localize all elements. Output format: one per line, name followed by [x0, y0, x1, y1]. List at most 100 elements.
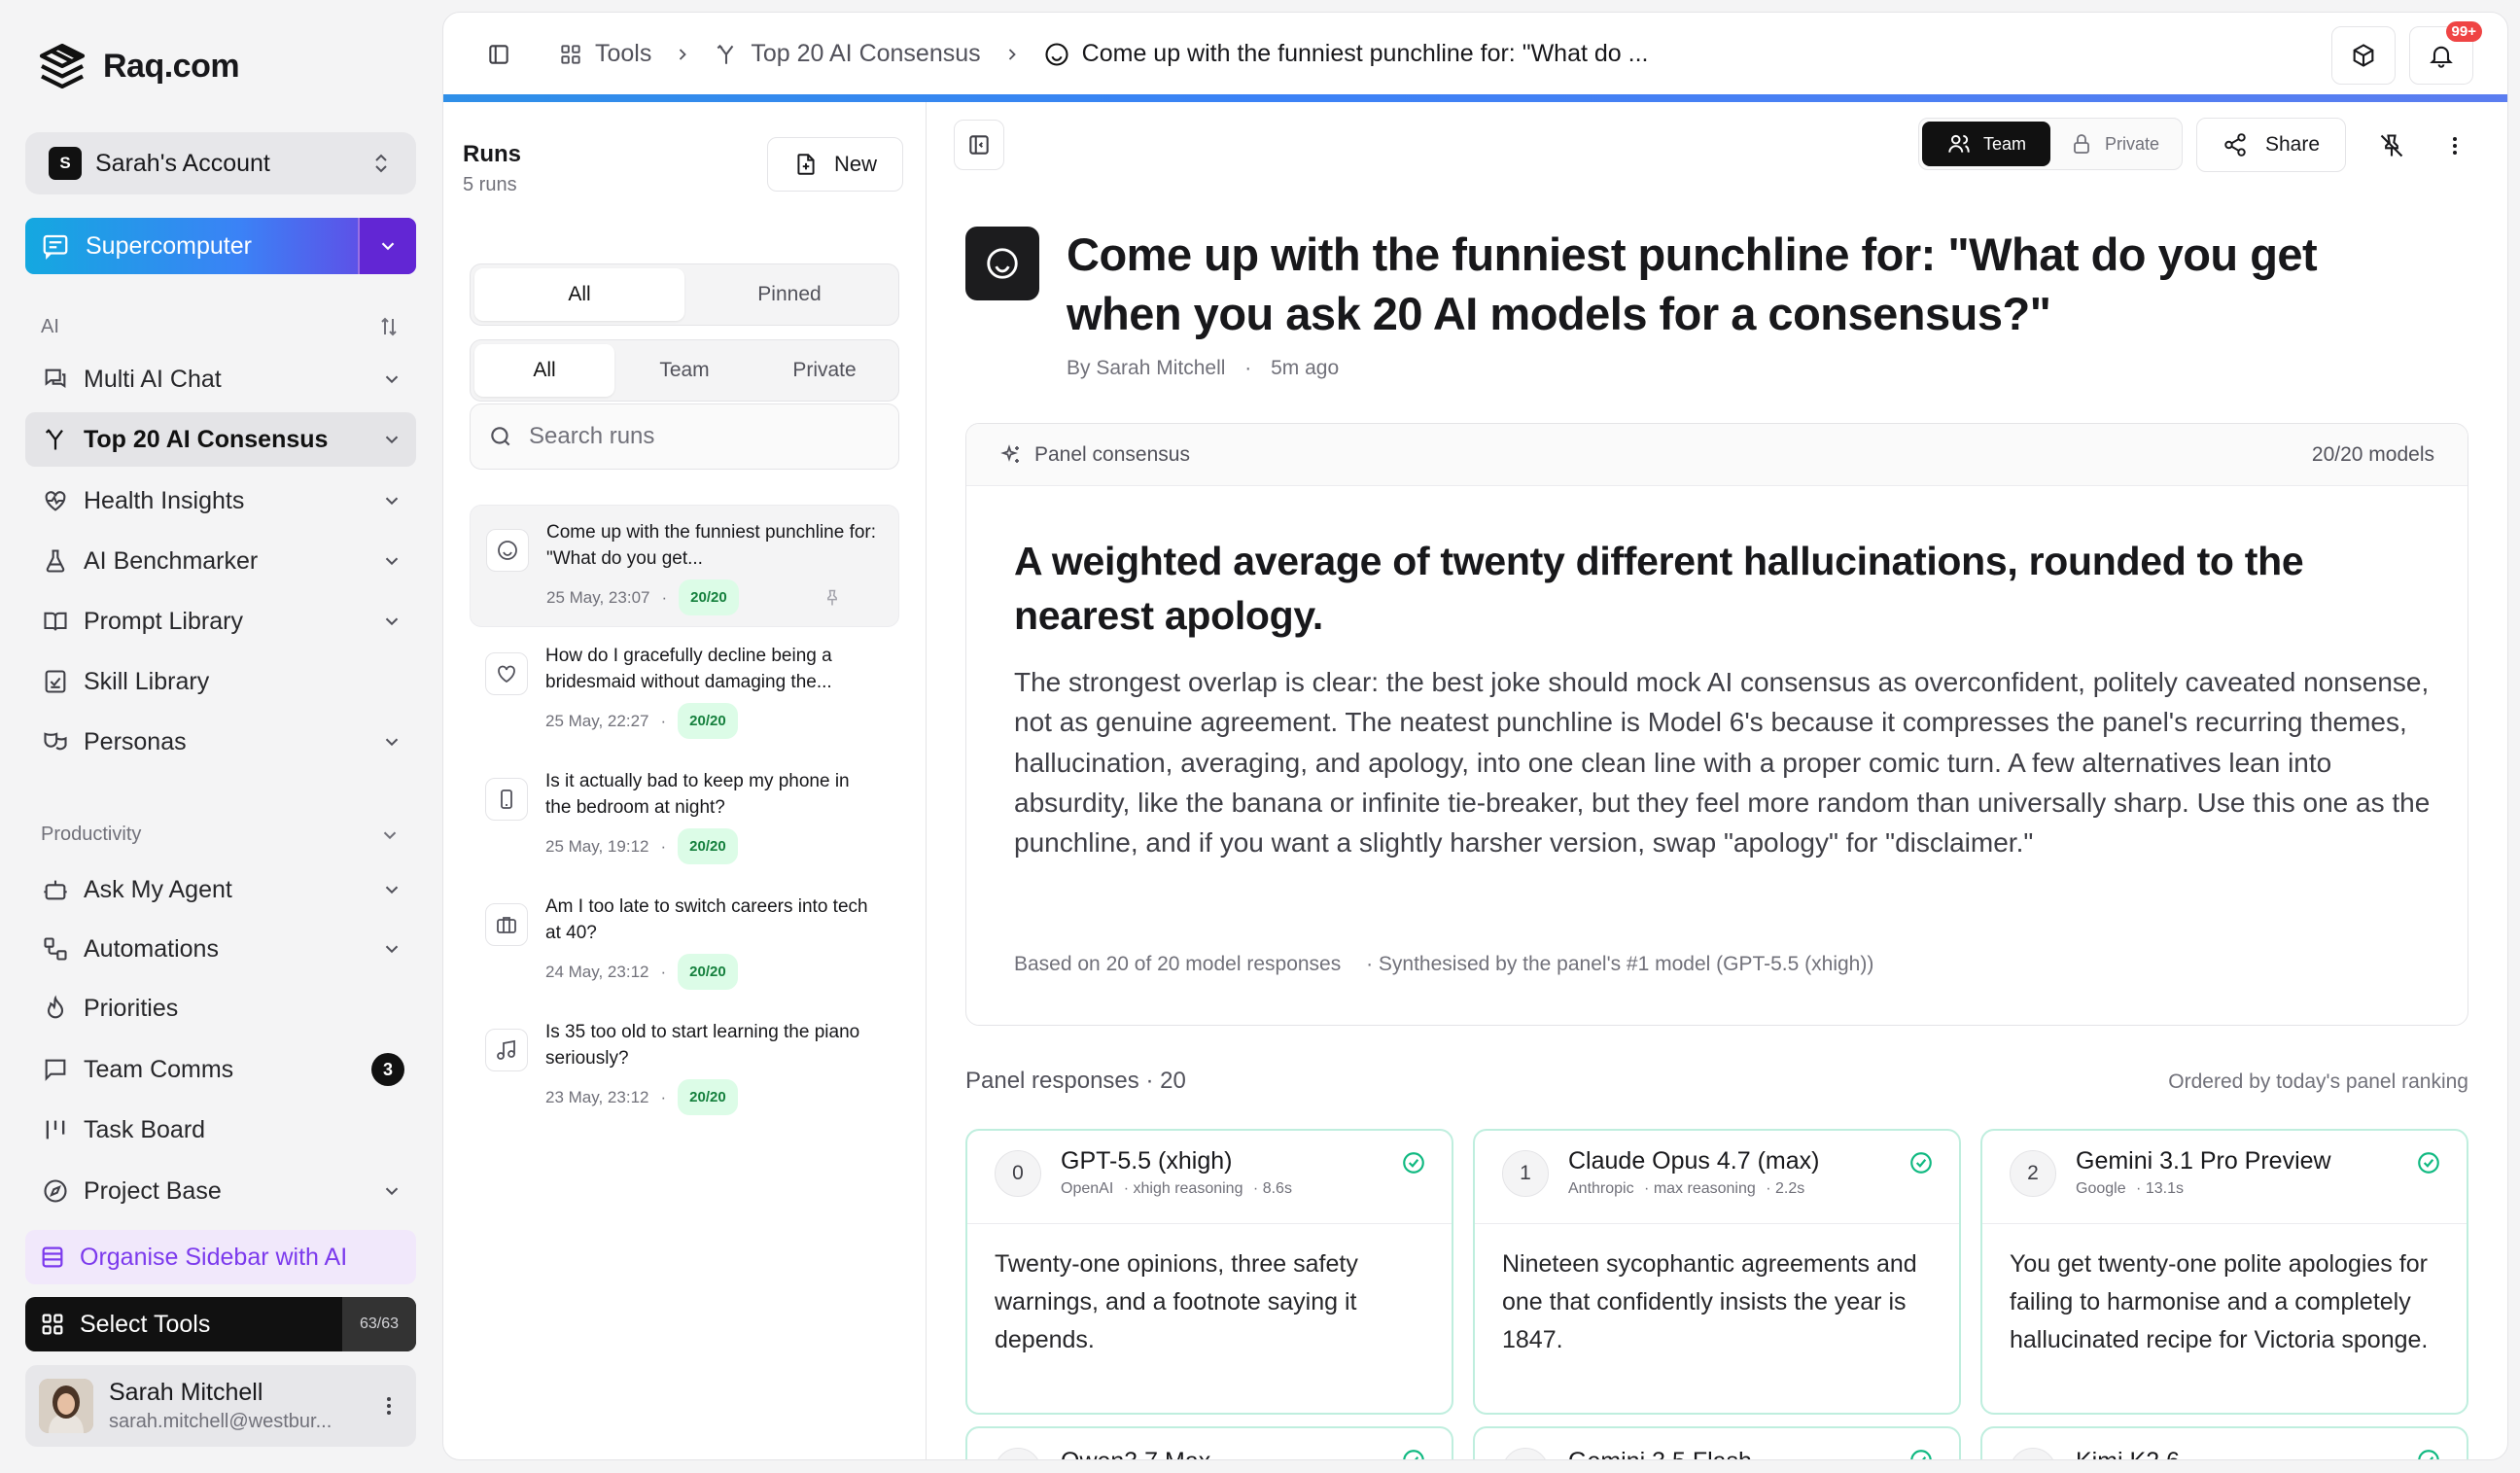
- chevron-down-icon: [381, 1180, 402, 1202]
- more-vertical-icon: [2443, 134, 2467, 158]
- filter-pinned[interactable]: Pinned: [684, 268, 894, 321]
- list-item[interactable]: Am I too late to switch careers into tec…: [470, 880, 899, 1002]
- section-productivity-header[interactable]: Productivity: [41, 824, 401, 846]
- private-visibility-button[interactable]: Private: [2050, 122, 2179, 166]
- sidebar-item-label: Priorities: [84, 994, 179, 1022]
- list-item[interactable]: Come up with the funniest punchline for:…: [470, 505, 899, 627]
- sidebar-item-multi-ai-chat[interactable]: Multi AI Chat: [25, 352, 416, 406]
- section-ai-header: AI: [41, 315, 401, 338]
- user-profile[interactable]: Sarah Mitchell sarah.mitchell@westbur...: [25, 1365, 416, 1447]
- breadcrumb-current: Come up with the funniest punchline for:…: [1081, 40, 1649, 67]
- new-run-button[interactable]: New: [767, 137, 903, 192]
- sidebar-item-ask-my-agent[interactable]: Ask My Agent: [25, 862, 416, 917]
- list-item[interactable]: Is it actually bad to keep my phone in t…: [470, 754, 899, 877]
- smile-icon: [1043, 41, 1070, 68]
- search-input[interactable]: Search runs: [470, 403, 899, 470]
- chevron-right-icon: [673, 45, 692, 64]
- section-ai-label: AI: [41, 315, 59, 337]
- sidebar-item-project-base[interactable]: Project Base: [25, 1164, 416, 1218]
- model-name: Claude Opus 4.7 (max): [1568, 1147, 1820, 1175]
- supercomputer-label: Supercomputer: [86, 231, 252, 260]
- sidebar-item-automations[interactable]: Automations: [25, 922, 416, 976]
- supercomputer-button[interactable]: Supercomputer: [25, 218, 416, 274]
- team-visibility-button[interactable]: Team: [1922, 122, 2050, 166]
- run-date: 25 May, 19:12: [545, 837, 649, 856]
- sparkles-icon: [999, 443, 1023, 467]
- chevron-down-icon: [381, 731, 402, 753]
- sidebar-item-priorities[interactable]: Priorities: [25, 981, 416, 1035]
- filter-team[interactable]: Team: [614, 344, 754, 397]
- phone-icon: [485, 778, 528, 821]
- response-card[interactable]: 3 Qwen3.7 Max: [965, 1426, 1453, 1459]
- collapse-panel-button[interactable]: [954, 120, 1004, 170]
- brand-logo[interactable]: Raq.com: [35, 39, 240, 93]
- organise-sidebar-button[interactable]: Organise Sidebar with AI: [25, 1230, 416, 1284]
- pin-off-icon: [2378, 132, 2405, 159]
- unpin-button[interactable]: [2365, 118, 2418, 174]
- pin-icon[interactable]: [822, 588, 842, 608]
- supercomputer-dropdown[interactable]: [358, 218, 416, 274]
- heart-icon: [485, 652, 528, 695]
- sidebar-item-personas[interactable]: Personas: [25, 715, 416, 769]
- select-tools-label: Select Tools: [80, 1310, 211, 1338]
- bell-icon: [2428, 42, 2455, 69]
- sidebar-item-task-board[interactable]: Task Board: [25, 1103, 416, 1157]
- run-date: 24 May, 23:12: [545, 963, 649, 981]
- smile-icon: [984, 245, 1021, 282]
- sidebar: Raq.com S Sarah's Account Supercomputer …: [0, 0, 442, 1473]
- share-button[interactable]: Share: [2196, 118, 2346, 172]
- user-email: sarah.mitchell@westbur...: [109, 1411, 332, 1432]
- response-card[interactable]: 2 Gemini 3.1 Pro Preview Google · 13.1s …: [1980, 1129, 2468, 1415]
- more-vertical-icon[interactable]: [377, 1394, 401, 1418]
- panel-consensus-card: Panel consensus 20/20 models A weighted …: [965, 423, 2468, 1026]
- sort-icon[interactable]: [377, 315, 401, 338]
- sidebar-toggle-icon[interactable]: [486, 42, 511, 67]
- list-item[interactable]: How do I gracefully decline being a brid…: [470, 629, 899, 752]
- account-switcher[interactable]: S Sarah's Account: [25, 132, 416, 194]
- check-circle-icon: [2416, 1150, 2441, 1175]
- runs-title: Runs: [463, 141, 521, 167]
- section-productivity-label: Productivity: [41, 824, 142, 845]
- filter-private[interactable]: Private: [754, 344, 894, 397]
- workflow-icon: [39, 932, 72, 965]
- response-card[interactable]: 1 Claude Opus 4.7 (max) Anthropic · max …: [1473, 1129, 1961, 1415]
- chevron-down-icon: [381, 550, 402, 572]
- select-tools-button[interactable]: Select Tools 63/63: [25, 1297, 416, 1351]
- model-meta: Anthropic · max reasoning · 2.2s: [1568, 1180, 1805, 1197]
- smile-icon: [486, 529, 529, 572]
- merge-icon: [714, 42, 739, 67]
- list-item[interactable]: Is 35 too old to start learning the pian…: [470, 1005, 899, 1128]
- consensus-header: Panel consensus 20/20 models: [966, 424, 2468, 486]
- check-circle-icon: [1908, 1150, 1934, 1175]
- notifications-button[interactable]: 99+: [2409, 21, 2482, 85]
- sidebar-item-team-comms[interactable]: Team Comms 3: [25, 1042, 416, 1097]
- run-title: Is it actually bad to keep my phone in t…: [545, 771, 850, 818]
- sidebar-item-prompt-library[interactable]: Prompt Library: [25, 594, 416, 649]
- sidebar-item-ai-benchmarker[interactable]: AI Benchmarker: [25, 534, 416, 588]
- filter-all-visibility[interactable]: All: [474, 344, 614, 397]
- response-card[interactable]: 4 Gemini 3.5 Flash: [1473, 1426, 1961, 1459]
- sidebar-item-health-insights[interactable]: Health Insights: [25, 473, 416, 528]
- consensus-models: 20/20 models: [2311, 442, 2434, 466]
- sidebar-item-skill-library[interactable]: Skill Library: [25, 654, 416, 709]
- user-name: Sarah Mitchell: [109, 1379, 263, 1406]
- breadcrumb-consensus[interactable]: Top 20 AI Consensus: [751, 40, 980, 68]
- consensus-label: Panel consensus: [1034, 442, 1190, 466]
- response-card[interactable]: 0 GPT-5.5 (xhigh) OpenAI · xhigh reasoni…: [965, 1129, 1453, 1415]
- run-title: Come up with the funniest punchline for:…: [546, 522, 877, 569]
- book-open-icon: [39, 605, 72, 638]
- timestamp: 5m ago: [1271, 357, 1340, 379]
- filter-all[interactable]: All: [474, 268, 684, 321]
- run-score-badge: 20/20: [679, 579, 739, 615]
- more-options-button[interactable]: [2435, 118, 2474, 174]
- search-placeholder: Search runs: [529, 423, 655, 449]
- sidebar-item-top-20-ai-consensus[interactable]: Top 20 AI Consensus: [25, 412, 416, 467]
- chevron-up-down-icon: [369, 152, 393, 175]
- sidebar-item-label: Personas: [84, 727, 187, 755]
- response-card[interactable]: 5 Kimi K2.6: [1980, 1426, 2468, 1459]
- chevron-down-icon: [381, 429, 402, 450]
- ai-model-button[interactable]: [2331, 26, 2396, 85]
- music-icon: [485, 1029, 528, 1071]
- breadcrumb-tools[interactable]: Tools: [595, 40, 651, 68]
- response-text: You get twenty-one polite apologies for …: [2010, 1250, 2429, 1353]
